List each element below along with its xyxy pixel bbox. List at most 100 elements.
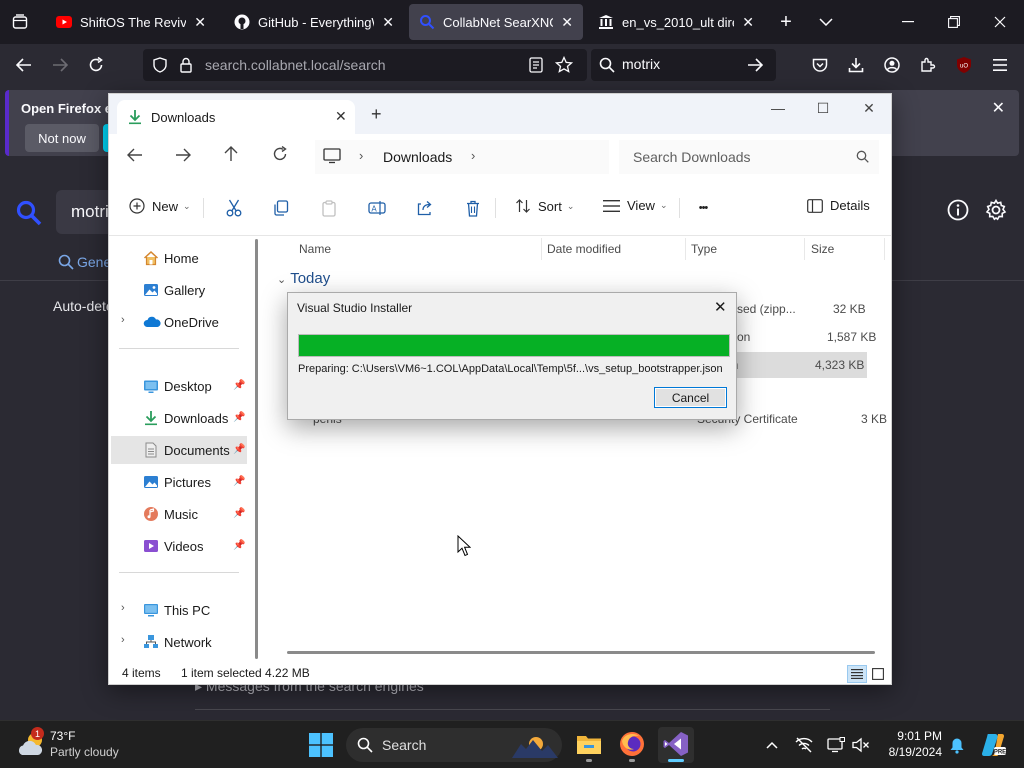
speaker-muted-icon[interactable] [851,735,871,755]
monitor-icon[interactable] [323,148,341,167]
horizontal-scrollbar[interactable] [287,651,875,654]
share-icon[interactable] [415,198,435,218]
column-divider[interactable] [685,238,686,260]
show-hidden-icons-chevron-icon[interactable] [762,735,782,755]
nav-item-network[interactable]: › Network [111,628,247,656]
ublock-origin-icon[interactable]: uO [954,55,974,75]
nav-item-desktop[interactable]: Desktop 📌 [111,372,247,400]
column-divider[interactable] [804,238,805,260]
forward-icon[interactable] [50,55,70,75]
lock-icon[interactable] [179,57,193,76]
gear-icon[interactable] [984,198,1008,225]
browser-tab-archive[interactable]: en_vs_2010_ult director ✕ [588,4,764,40]
refresh-icon[interactable] [270,145,290,166]
shield-icon[interactable] [153,57,167,76]
navigation-scrollbar[interactable] [255,239,258,659]
reader-view-icon[interactable] [529,57,543,76]
expand-chevron-icon[interactable]: › [121,634,125,646]
searxng-query-input[interactable]: motri [56,190,116,234]
restore-icon[interactable] [944,12,964,32]
explorer-search-box[interactable]: Search Downloads [619,140,879,174]
tab-overview-icon[interactable] [10,12,30,32]
new-tab-icon[interactable]: + [776,11,796,33]
breadcrumb-downloads[interactable]: Downloads [383,149,452,165]
minimize-icon[interactable]: — [768,100,788,116]
breadcrumb-separator-icon[interactable]: › [359,148,363,163]
close-window-icon[interactable]: ✕ [859,100,879,117]
bookmark-star-icon[interactable] [554,55,574,77]
notification-bell-icon[interactable] [947,735,967,755]
close-tab-icon[interactable]: ✕ [382,14,394,31]
nav-item-home[interactable]: Home [111,244,247,272]
explorer-tab-downloads[interactable]: Downloads ✕ [117,100,355,134]
nav-item-pictures[interactable]: Pictures 📌 [111,468,247,496]
nav-item-documents[interactable]: Documents 📌 [111,436,247,464]
tiles-view-button[interactable] [868,665,888,683]
close-notification-icon[interactable]: ✕ [992,98,1005,118]
column-divider[interactable] [884,238,885,260]
new-button[interactable]: New ⌄ [129,198,191,214]
searxng-tab-general[interactable]: Gene [58,254,111,270]
close-tab-icon[interactable]: ✕ [194,14,206,31]
new-tab-icon[interactable]: + [371,105,382,123]
browser-tab-github[interactable]: GitHub - EverythingWi ✕ [224,4,404,40]
cut-icon[interactable] [224,198,244,218]
clock-date[interactable]: 8/19/2024 [870,745,942,759]
browser-tab-youtube[interactable]: ShiftOS The Revival - Y ✕ [46,4,216,40]
nav-item-music[interactable]: Music 📌 [111,500,247,528]
clock-time[interactable]: 9:01 PM [878,729,942,743]
not-now-button[interactable]: Not now [25,124,99,152]
column-header-name[interactable]: Name [299,242,331,256]
nav-item-this-pc[interactable]: › This PC [111,596,247,624]
network-disconnected-icon[interactable] [794,735,814,755]
expand-chevron-icon[interactable]: › [121,314,125,326]
taskbar-search-box[interactable]: Search [346,728,562,762]
url-bar[interactable]: search.collabnet.local/search [143,49,587,81]
info-icon[interactable] [946,198,970,225]
close-dialog-icon[interactable]: ✕ [714,298,727,316]
copilot-icon[interactable]: PRE [980,732,1006,758]
nav-item-gallery[interactable]: Gallery [111,276,247,304]
nav-item-videos[interactable]: Videos 📌 [111,532,247,560]
breadcrumb-separator-icon[interactable]: › [471,148,475,163]
delete-icon[interactable] [463,198,483,218]
maximize-icon[interactable]: ☐ [813,100,833,117]
view-button[interactable]: View ⌄ [603,198,668,213]
nav-item-downloads[interactable]: Downloads 📌 [111,404,247,432]
minimize-icon[interactable] [898,12,918,32]
copy-icon[interactable] [271,198,291,218]
start-button[interactable] [309,733,333,760]
close-tab-icon[interactable]: ✕ [561,14,573,31]
pocket-icon[interactable] [810,55,830,75]
back-icon[interactable] [125,146,145,166]
close-window-icon[interactable] [990,12,1010,32]
group-header-today[interactable]: ⌄ Today [277,270,330,287]
searxng-logo-icon[interactable] [16,200,42,229]
rename-icon[interactable]: A [367,198,387,218]
up-icon[interactable] [221,146,241,166]
cancel-button[interactable]: Cancel [654,387,727,408]
search-bar[interactable]: motrix [591,49,776,81]
sort-button[interactable]: Sort ⌄ [515,198,574,214]
nav-item-onedrive[interactable]: › OneDrive [111,308,247,336]
more-options-button[interactable]: ••• [693,198,713,218]
go-arrow-icon[interactable] [747,58,764,75]
paste-icon[interactable] [319,198,339,218]
details-view-button[interactable] [847,665,867,683]
app-menu-icon[interactable] [990,55,1010,75]
column-header-date-modified[interactable]: Date modified [547,242,621,256]
extensions-icon[interactable] [918,55,938,75]
browser-tab-searxng[interactable]: CollabNet SearXNG ✕ [409,4,583,40]
downloads-arrow-icon[interactable] [846,55,866,75]
expand-chevron-icon[interactable]: › [121,602,125,614]
account-icon[interactable] [882,55,902,75]
display-icon[interactable] [826,735,846,755]
taskbar-app-file-explorer[interactable] [571,727,607,763]
close-tab-icon[interactable]: ✕ [742,14,754,31]
details-pane-button[interactable]: Details [807,198,870,213]
back-icon[interactable] [14,55,34,75]
column-divider[interactable] [541,238,542,260]
taskbar-app-firefox[interactable] [614,727,650,763]
column-header-type[interactable]: Type [691,242,717,256]
column-header-size[interactable]: Size [811,242,834,256]
